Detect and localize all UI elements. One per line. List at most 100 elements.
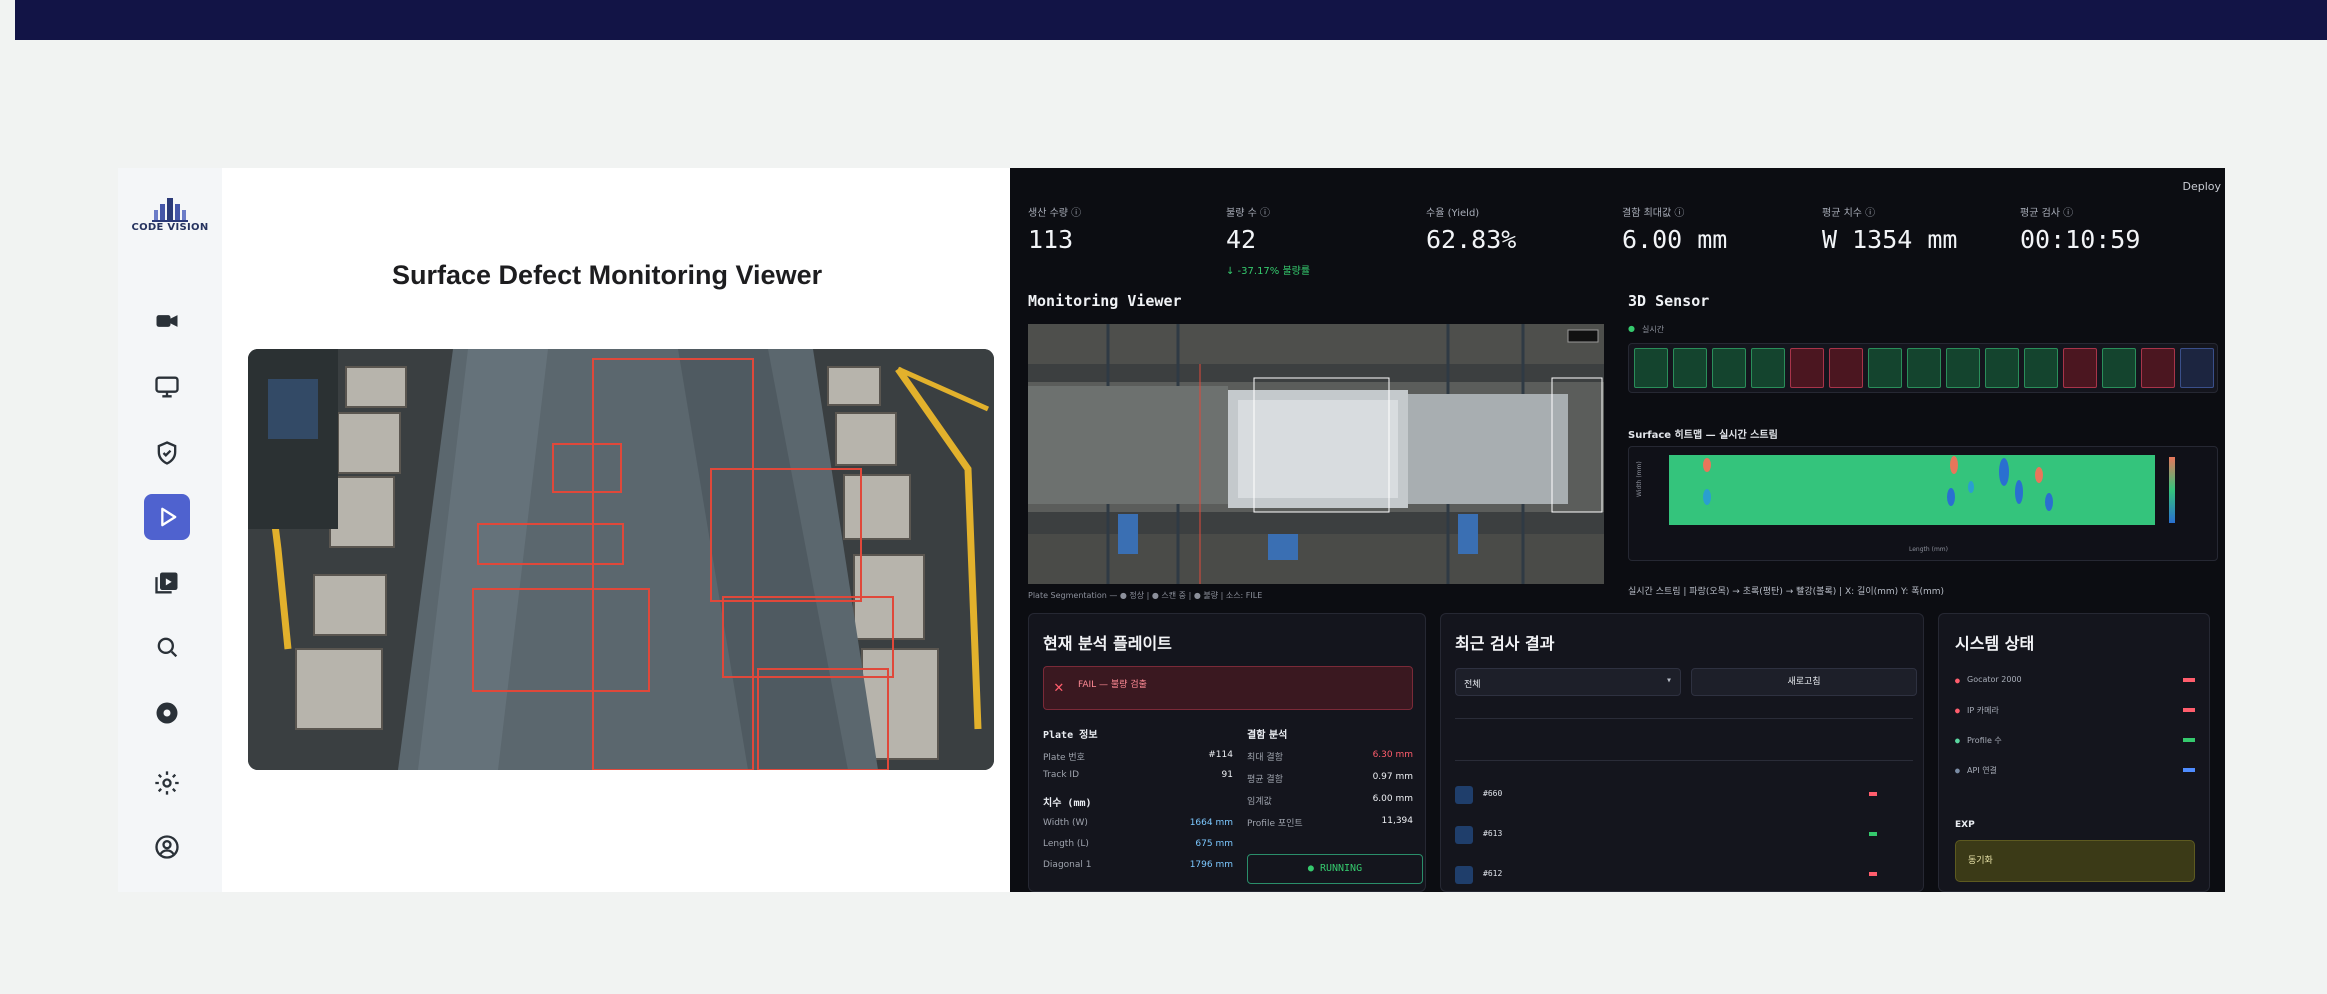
running-status-button[interactable]: ● RUNNING xyxy=(1247,854,1423,884)
table-row[interactable]: #613 xyxy=(1455,822,1913,862)
row-label: 임계값 xyxy=(1247,797,1272,807)
sensor-title: 3D Sensor xyxy=(1628,292,1710,310)
search-icon xyxy=(157,637,178,658)
metric-delta: ↓ -37.17% 불량률 xyxy=(1226,266,1311,277)
dims-row: Diagonal 1 1796 mm xyxy=(1043,860,1233,881)
sensor-cell-ok xyxy=(1985,348,2019,388)
plate-info-title: Plate 정보 xyxy=(1043,730,1098,741)
system-status-indicator xyxy=(2183,678,2195,682)
nav-profile-button[interactable] xyxy=(144,824,190,870)
fail-alert: ✕ FAIL — 불량 검출 xyxy=(1043,666,1413,710)
system-status-label: Gocator 2000 xyxy=(1967,675,2022,684)
metric-value: W 1354 mm xyxy=(1822,225,1958,254)
chevron-down-icon: ▾ xyxy=(1665,675,1672,686)
sensor-cell-ok xyxy=(1907,348,1941,388)
metric-max-defect: 결함 최대값 ⓘ 6.00 mm xyxy=(1622,204,1727,254)
logo: CODE VISION xyxy=(122,196,218,246)
nav-video-button[interactable] xyxy=(144,298,190,344)
close-x-icon: ✕ xyxy=(1054,677,1064,696)
row-label: Plate 번호 xyxy=(1043,753,1085,763)
defect-camera-view xyxy=(248,349,994,770)
heatmap-chart: Length (mm) Width (mm) xyxy=(1628,446,2218,561)
video-camera-icon xyxy=(156,315,178,327)
nav-settings-button[interactable] xyxy=(144,760,190,806)
row-value: 91 xyxy=(1221,770,1233,780)
row-value: 1796 mm xyxy=(1189,860,1233,870)
table-divider xyxy=(1455,760,1913,761)
metric-label: 생산 수량 ⓘ xyxy=(1028,208,1082,219)
row-label: 평균 결함 xyxy=(1247,775,1283,785)
refresh-button[interactable]: 새로고침 xyxy=(1691,668,1917,696)
nav-monitor-button[interactable] xyxy=(144,364,190,410)
logo-building-icon xyxy=(152,198,188,222)
metric-defects: 불량 수 ⓘ 42 ↓ -37.17% 불량률 xyxy=(1226,204,1310,277)
row-label: Length (L) xyxy=(1043,839,1089,849)
gear-icon xyxy=(155,771,179,795)
row-status-indicator xyxy=(1869,832,1877,836)
filter-select[interactable]: 전체 ▾ xyxy=(1455,668,1681,696)
page-title: Surface Defect Monitoring Viewer xyxy=(392,260,823,290)
segmentation-caption: Plate Segmentation — ● 정상 | ● 스캔 중 | ● 불… xyxy=(1028,591,1263,600)
metric-label: 결함 최대값 ⓘ xyxy=(1622,208,1685,219)
metric-value: 6.00 mm xyxy=(1622,225,1728,254)
defect-row: Profile 포인트 11,394 xyxy=(1247,816,1413,838)
defect-row: 임계값 6.00 mm xyxy=(1247,794,1413,816)
logo-text: CODE VISION xyxy=(131,222,209,233)
nav-library-button[interactable] xyxy=(144,560,190,606)
inspect-icon[interactable] xyxy=(1455,786,1473,804)
system-status-label: Profile 수 xyxy=(1967,736,2002,745)
sensor-cells xyxy=(1634,348,2214,390)
sensor-status-dot: ● xyxy=(1628,324,1635,333)
metric-label: 불량 수 ⓘ xyxy=(1226,208,1270,219)
nav-shield-button[interactable] xyxy=(144,430,190,476)
sensor-cell-bad xyxy=(1790,348,1824,388)
row-value: 675 mm xyxy=(1195,839,1233,849)
table-header-divider xyxy=(1455,718,1913,719)
sensor-cell-ok xyxy=(1946,348,1980,388)
system-status-row: ● Profile 수 xyxy=(1955,732,2195,762)
sensor-cell-ok xyxy=(1634,348,1668,388)
defect-title: 결함 분석 xyxy=(1247,730,1288,741)
row-label: 최대 결함 xyxy=(1247,753,1283,763)
system-status-indicator xyxy=(2183,738,2195,742)
recent-results-list: #660 #613 #612 xyxy=(1455,782,1913,902)
plate-info-rows: Plate 번호 #114 Track ID 91 xyxy=(1043,750,1233,790)
plate-row: Track ID 91 xyxy=(1043,770,1233,790)
heatmap-xlabel: Length (mm) xyxy=(1909,546,1948,553)
table-row[interactable]: #612 xyxy=(1455,862,1913,902)
sidebar: CODE VISION xyxy=(118,168,222,892)
table-row[interactable]: #660 xyxy=(1455,782,1913,822)
inspect-icon[interactable] xyxy=(1455,826,1473,844)
metric-label: 평균 치수 ⓘ xyxy=(1822,208,1876,219)
recent-results-title: 최근 검사 결과 xyxy=(1455,634,1555,653)
fail-alert-text: FAIL — 불량 검출 xyxy=(1078,680,1147,690)
system-status-list: ● Gocator 2000 ● IP 카메라 ● Profile 수 ● API 연결 xyxy=(1955,672,2195,792)
metric-yield: 수율 (Yield) 62.83% xyxy=(1426,204,1516,254)
row-value: 6.00 mm xyxy=(1372,794,1413,804)
nav-play-button[interactable] xyxy=(144,494,190,540)
row-value: 6.30 mm xyxy=(1372,750,1413,760)
nav-search-button[interactable] xyxy=(144,624,190,670)
media-library-icon xyxy=(155,572,178,594)
filter-select-value: 전체 xyxy=(1464,680,1481,690)
row-label: Width (W) xyxy=(1043,818,1088,828)
system-status-indicator xyxy=(2183,768,2195,772)
metric-value: 42 xyxy=(1226,225,1257,254)
inspect-icon[interactable] xyxy=(1455,866,1473,884)
row-id: #613 xyxy=(1483,829,1503,838)
row-status-indicator xyxy=(1869,872,1877,876)
defect-row: 최대 결함 6.30 mm xyxy=(1247,750,1413,772)
system-status-row: ● IP 카메라 xyxy=(1955,702,2195,732)
nav-disc-button[interactable] xyxy=(144,690,190,736)
system-status-title: 시스템 상태 xyxy=(1955,634,2035,653)
metric-value: 113 xyxy=(1028,225,1074,254)
defect-row: 평균 결함 0.97 mm xyxy=(1247,772,1413,794)
dims-row: Width (W) 1664 mm xyxy=(1043,818,1233,839)
row-id: #612 xyxy=(1483,869,1503,878)
monitor-icon xyxy=(155,376,179,398)
monitoring-title: Monitoring Viewer xyxy=(1028,292,1182,310)
sync-button[interactable]: 동기화 xyxy=(1955,840,2195,882)
row-label: Track ID xyxy=(1043,770,1079,780)
sensor-cell-bad xyxy=(2063,348,2097,388)
deploy-button[interactable]: Deploy xyxy=(2182,180,2221,193)
